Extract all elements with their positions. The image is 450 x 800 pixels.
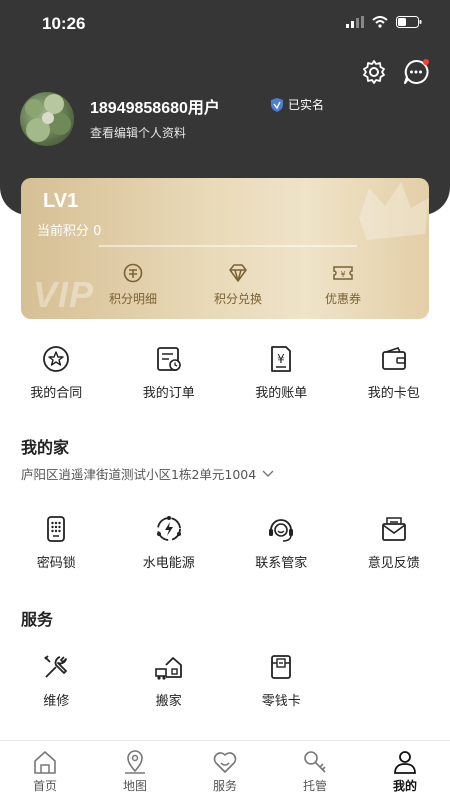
tab-label: 托管 (302, 779, 327, 793)
tab-map[interactable]: 地图 (90, 741, 180, 800)
contract-button[interactable]: 我的合同 (0, 344, 113, 401)
top-actions (360, 58, 430, 86)
settings-button[interactable] (360, 58, 388, 86)
status-time: 10:26 (42, 14, 86, 33)
contract-icon (43, 346, 70, 372)
change-card-icon (271, 655, 292, 679)
edit-profile-link[interactable]: 查看编辑个人资料 (90, 124, 186, 141)
svg-text:¥: ¥ (340, 270, 345, 279)
headset-icon (269, 519, 294, 542)
wallet-icon (381, 347, 406, 370)
card-wallet-button[interactable]: 我的卡包 (338, 344, 450, 401)
tab-home[interactable]: 首页 (0, 741, 90, 800)
signal-icon (346, 16, 364, 28)
tab-label: 首页 (32, 779, 57, 793)
bill-button[interactable]: ¥ 我的账单 (225, 344, 338, 401)
grid-label: 水电能源 (142, 556, 195, 571)
grid-label: 我的合同 (30, 386, 83, 401)
home-section-title: 我的家 (21, 438, 70, 457)
gear-icon (363, 60, 385, 84)
order-icon (156, 347, 181, 371)
status-icons (346, 16, 422, 28)
address-text: 庐阳区逍遥津街道测试小区1栋2单元1004 (21, 467, 257, 482)
vip-card[interactable]: LV1 当前积分 0 VIP 积分明细 积分兑换 ¥ 优惠券 (21, 178, 429, 319)
tab-label: 服务 (212, 779, 237, 793)
moving-button[interactable]: 搬家 (113, 652, 226, 709)
tab-mine[interactable]: 我的 (360, 741, 450, 800)
vip-action-label: 优惠券 (324, 292, 361, 306)
vip-level: LV1 (43, 190, 79, 212)
keypad-lock-button[interactable]: 密码锁 (0, 514, 113, 571)
verified-label: 已实名 (288, 98, 325, 112)
profile-section[interactable]: 18949858680用户 已实名 查看编辑个人资料 (20, 92, 440, 148)
tab-hosting[interactable]: 托管 (270, 741, 360, 800)
tab-bar: 首页 地图 服务 托管 我的 (0, 740, 450, 800)
tab-label: 我的 (392, 779, 417, 793)
points-detail-icon (123, 263, 143, 283)
chevron-down-icon (262, 470, 274, 477)
grid-label: 零钱卡 (261, 694, 301, 709)
verified-shield-icon (271, 97, 283, 112)
status-bar: 10:26 (0, 0, 450, 50)
services-row: 维修 搬家 零钱卡 (0, 652, 450, 709)
vip-points: 当前积分 0 (37, 224, 102, 239)
address-selector[interactable]: 庐阳区逍遥津街道测试小区1栋2单元1004 (21, 464, 274, 483)
energy-button[interactable]: 水电能源 (113, 514, 226, 571)
feedback-button[interactable]: 意见反馈 (338, 514, 450, 571)
repair-icon (44, 655, 68, 678)
grid-label: 意见反馈 (367, 556, 420, 571)
moving-icon (154, 657, 182, 680)
profile-icon (394, 751, 416, 774)
coupon-button[interactable]: ¥ 优惠券 (293, 262, 393, 307)
grid-label: 密码锁 (36, 556, 76, 571)
home-icon (34, 751, 56, 774)
vip-action-label: 积分兑换 (213, 292, 262, 306)
crown-icon (359, 182, 429, 240)
vip-actions: 积分明细 积分兑换 ¥ 优惠券 (83, 262, 393, 307)
vip-progress-bar (99, 245, 357, 247)
orders-row: 我的合同 我的订单 ¥ 我的账单 我的卡包 (0, 344, 450, 401)
tab-services[interactable]: 服务 (180, 741, 270, 800)
grid-label: 我的账单 (255, 386, 308, 401)
heart-icon (213, 752, 237, 773)
verified-badge: 已实名 (270, 96, 324, 113)
points-detail-button[interactable]: 积分明细 (83, 262, 183, 307)
keypad-lock-icon (47, 516, 66, 542)
map-pin-icon (125, 750, 145, 774)
avatar[interactable] (20, 92, 74, 146)
services-section-title: 服务 (21, 610, 54, 629)
wifi-icon (372, 16, 388, 28)
grid-label: 我的卡包 (367, 386, 420, 401)
grid-label: 维修 (43, 694, 70, 709)
grid-label: 联系管家 (255, 556, 308, 571)
energy-icon (156, 516, 181, 541)
username: 18949858680用户 (90, 100, 220, 117)
vip-action-label: 积分明细 (108, 292, 157, 306)
battery-icon (396, 16, 422, 28)
change-card-button[interactable]: 零钱卡 (225, 652, 338, 709)
grid-label: 搬家 (155, 694, 182, 709)
coupon-icon: ¥ (333, 266, 353, 280)
key-icon (304, 751, 326, 773)
home-row: 密码锁 水电能源 联系管家 意见反馈 (0, 514, 450, 571)
repair-button[interactable]: 维修 (0, 652, 113, 709)
messages-button[interactable] (402, 58, 430, 86)
svg-text:¥: ¥ (277, 352, 285, 366)
order-button[interactable]: 我的订单 (113, 344, 226, 401)
tab-label: 地图 (122, 779, 147, 793)
grid-label: 我的订单 (142, 386, 195, 401)
diamond-icon (229, 264, 247, 282)
feedback-icon (381, 517, 406, 541)
unread-dot (423, 59, 429, 65)
bill-icon: ¥ (271, 346, 292, 372)
contact-butler-button[interactable]: 联系管家 (225, 514, 338, 571)
points-exchange-button[interactable]: 积分兑换 (188, 262, 288, 307)
